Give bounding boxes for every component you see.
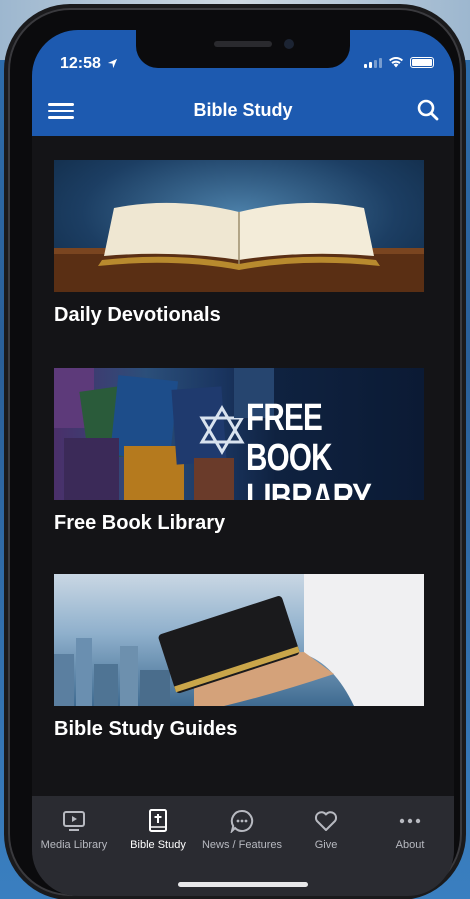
app-screen: 12:58 Bible Study Daily Devotionals FREE… bbox=[32, 30, 454, 896]
book-covers-image: FREE BOOK LIBRARY bbox=[54, 368, 424, 500]
signal-icon bbox=[364, 58, 382, 68]
chat-icon bbox=[230, 809, 254, 833]
tab-label: Bible Study bbox=[130, 839, 186, 851]
hand-holding-bible-image bbox=[54, 574, 424, 706]
home-indicator[interactable] bbox=[178, 882, 308, 887]
card-free-book-library[interactable]: FREE BOOK LIBRARY Free Book Library bbox=[54, 368, 424, 535]
study-illustration bbox=[54, 574, 424, 706]
tab-label: Media Library bbox=[40, 839, 108, 851]
heart-icon bbox=[314, 811, 338, 831]
wifi-icon bbox=[389, 57, 403, 68]
bible-icon bbox=[149, 809, 167, 832]
phone-notch bbox=[136, 30, 350, 68]
battery-icon bbox=[410, 57, 434, 68]
search-icon[interactable] bbox=[416, 98, 440, 122]
tab-media-library[interactable]: Media Library bbox=[32, 806, 116, 851]
bottom-tab-bar: Media Library Bible Study News / Feature… bbox=[32, 796, 454, 896]
tab-label: News / Features bbox=[201, 839, 283, 851]
page-title: Bible Study bbox=[193, 100, 293, 120]
app-header: 12:58 Bible Study bbox=[32, 30, 454, 136]
tab-label: Give bbox=[314, 839, 338, 851]
location-arrow-icon bbox=[108, 58, 118, 69]
card-bible-study-guides[interactable]: Bible Study Guides bbox=[54, 574, 424, 741]
content-list: Daily Devotionals FREE BOOK LIBRARY Free… bbox=[32, 136, 454, 796]
tab-give[interactable]: Give bbox=[284, 806, 368, 851]
status-time: 12:58 bbox=[60, 55, 118, 73]
tab-bible-study[interactable]: Bible Study bbox=[116, 806, 200, 851]
card-label: Free Book Library bbox=[54, 512, 226, 534]
image-overlay-text: FREE BOOK LIBRARY bbox=[246, 397, 372, 500]
tab-about[interactable]: About bbox=[368, 806, 452, 851]
more-icon bbox=[399, 818, 421, 824]
tab-news-features[interactable]: News / Features bbox=[200, 806, 284, 851]
bible-illustration bbox=[54, 202, 424, 292]
tv-icon bbox=[63, 811, 85, 831]
phone-frame: 12:58 Bible Study Daily Devotionals FREE… bbox=[8, 8, 462, 896]
camera bbox=[284, 39, 294, 49]
card-label: Daily Devotionals bbox=[54, 304, 221, 326]
card-label: Bible Study Guides bbox=[54, 718, 238, 740]
tab-label: About bbox=[395, 839, 425, 851]
status-icons bbox=[364, 56, 434, 68]
speaker bbox=[214, 41, 272, 47]
card-daily-devotionals[interactable]: Daily Devotionals bbox=[54, 160, 424, 327]
open-bible-image bbox=[54, 160, 424, 292]
